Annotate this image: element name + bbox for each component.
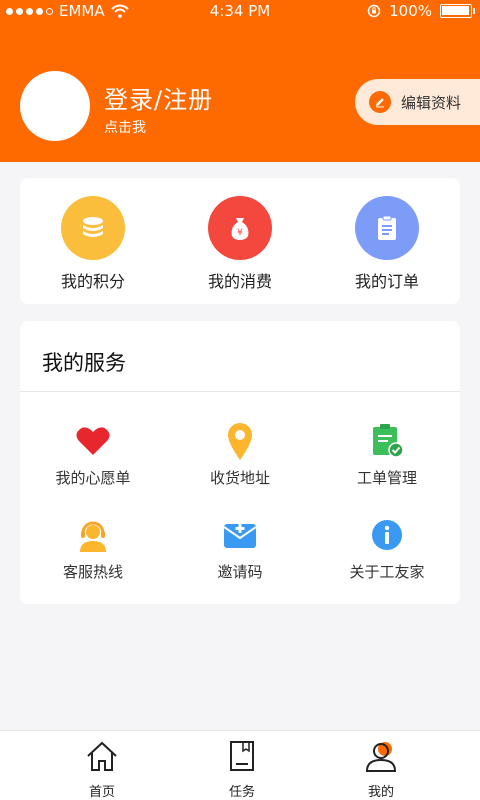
orders-label: 我的订单 bbox=[354, 272, 419, 291]
battery-icon bbox=[440, 4, 475, 18]
pencil-icon bbox=[369, 91, 391, 113]
info-icon bbox=[367, 515, 407, 555]
customer-service-label: 客服热线 bbox=[62, 563, 123, 581]
tab-mine[interactable]: 我的 bbox=[301, 739, 461, 800]
tab-tasks-label: 任务 bbox=[228, 785, 255, 800]
points-item[interactable]: 我的积分 bbox=[20, 196, 166, 292]
customer-service-item[interactable]: 客服热线 bbox=[20, 515, 166, 582]
account-summary-card: 我的积分 ¥ 我的消费 我的订单 bbox=[20, 178, 460, 304]
tab-home[interactable]: 首页 bbox=[22, 739, 182, 800]
envelope-icon bbox=[220, 515, 260, 555]
task-icon bbox=[230, 741, 254, 771]
profile-header: EMMA 4:34 PM 100% 登录/注册 点击我 编辑资料 bbox=[0, 0, 480, 162]
heart-icon bbox=[73, 421, 113, 461]
wishlist-item[interactable]: 我的心愿单 bbox=[20, 421, 166, 488]
checklist-icon bbox=[367, 421, 407, 461]
bottom-tab-bar: 首页 任务 我的 bbox=[0, 730, 480, 800]
status-bar: EMMA 4:34 PM 100% bbox=[0, 0, 480, 22]
coins-icon bbox=[61, 196, 125, 260]
money-bag-icon: ¥ bbox=[208, 196, 272, 260]
login-hint[interactable]: 点击我 bbox=[104, 117, 146, 137]
invite-code-label: 邀请码 bbox=[217, 563, 263, 581]
clipboard-icon bbox=[355, 196, 419, 260]
about-label: 关于工友家 bbox=[349, 563, 425, 581]
divider bbox=[20, 391, 460, 392]
address-item[interactable]: 收货地址 bbox=[167, 421, 313, 488]
avatar[interactable] bbox=[20, 71, 90, 141]
invite-code-item[interactable]: 邀请码 bbox=[167, 515, 313, 582]
profile-icon bbox=[365, 742, 397, 772]
edit-profile-button[interactable]: 编辑资料 bbox=[355, 79, 480, 125]
orientation-lock-icon bbox=[367, 4, 381, 18]
tab-tasks[interactable]: 任务 bbox=[162, 739, 322, 800]
battery-percent: 100% bbox=[389, 2, 432, 20]
home-icon bbox=[87, 741, 117, 771]
orders-item[interactable]: 我的订单 bbox=[314, 196, 460, 292]
address-label: 收货地址 bbox=[209, 469, 270, 487]
tab-mine-label: 我的 bbox=[367, 785, 394, 800]
wishlist-label: 我的心愿单 bbox=[55, 469, 131, 487]
login-register-link[interactable]: 登录/注册 bbox=[104, 80, 213, 115]
edit-profile-label: 编辑资料 bbox=[401, 93, 462, 112]
customer-service-icon bbox=[73, 515, 113, 555]
svg-text:¥: ¥ bbox=[237, 228, 243, 238]
services-card: 我的服务 我的心愿单 收货地址 工单管理 客服热线 邀请码 关于工友家 bbox=[20, 321, 460, 604]
spending-item[interactable]: ¥ 我的消费 bbox=[167, 196, 313, 292]
spending-label: 我的消费 bbox=[207, 272, 272, 291]
work-order-label: 工单管理 bbox=[356, 469, 417, 487]
tab-home-label: 首页 bbox=[88, 785, 115, 800]
about-item[interactable]: 关于工友家 bbox=[314, 515, 460, 582]
services-title: 我的服务 bbox=[42, 351, 126, 375]
points-label: 我的积分 bbox=[60, 272, 125, 291]
location-pin-icon bbox=[220, 421, 260, 461]
work-order-item[interactable]: 工单管理 bbox=[314, 421, 460, 488]
